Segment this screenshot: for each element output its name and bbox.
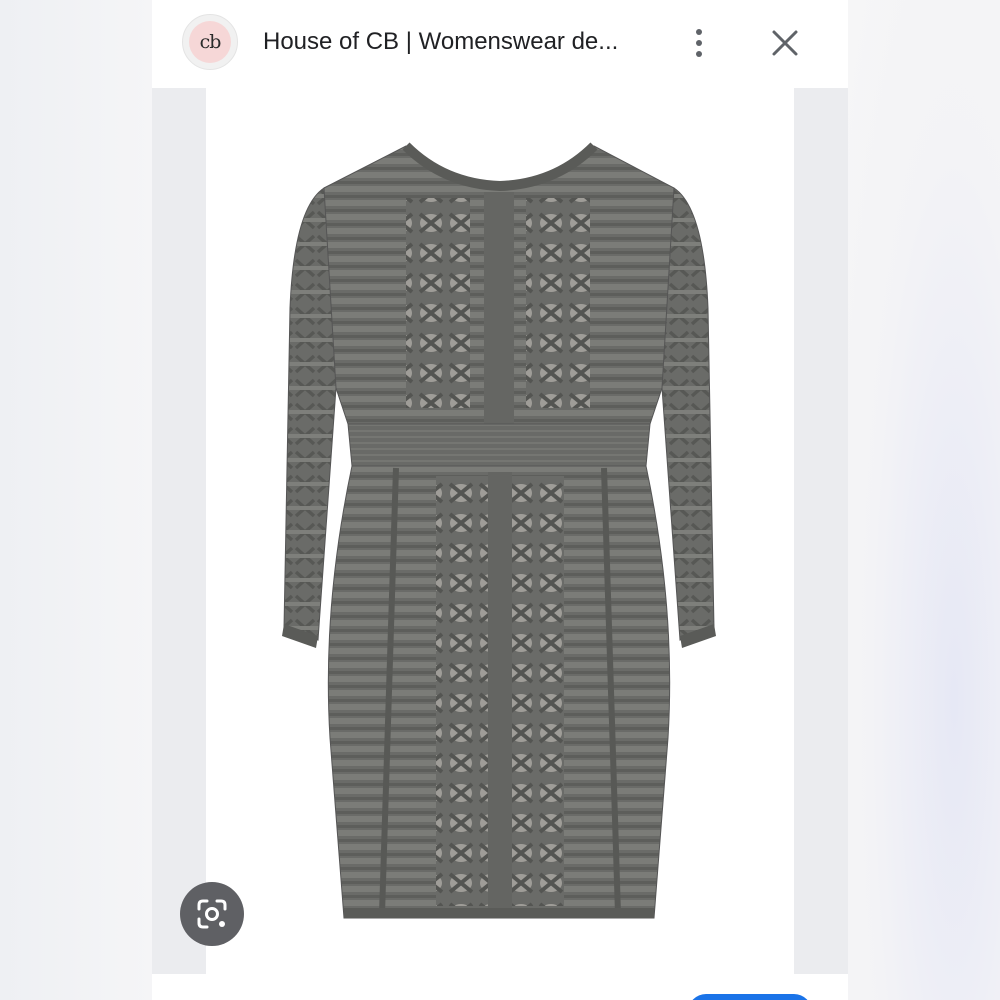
bottom-bar: [152, 974, 848, 1000]
more-vert-icon[interactable]: [684, 24, 714, 62]
close-icon[interactable]: [766, 24, 804, 62]
preview-header: cb House of CB | Womenswear de...: [152, 0, 848, 88]
site-logo[interactable]: cb: [182, 14, 238, 70]
dress-illustration: [282, 142, 716, 919]
action-pill-button[interactable]: [688, 994, 812, 1000]
image-preview-panel: cb House of CB | Womenswear de...: [152, 0, 848, 1000]
logo-text: cb: [189, 21, 231, 63]
background-left: [0, 0, 152, 1000]
background-right: [848, 0, 1000, 1000]
page-title[interactable]: House of CB | Womenswear de...: [263, 28, 618, 56]
lens-icon[interactable]: [180, 882, 244, 946]
screen: cb House of CB | Womenswear de...: [0, 0, 1000, 1000]
product-image: [206, 88, 794, 974]
image-viewer[interactable]: [152, 88, 848, 974]
